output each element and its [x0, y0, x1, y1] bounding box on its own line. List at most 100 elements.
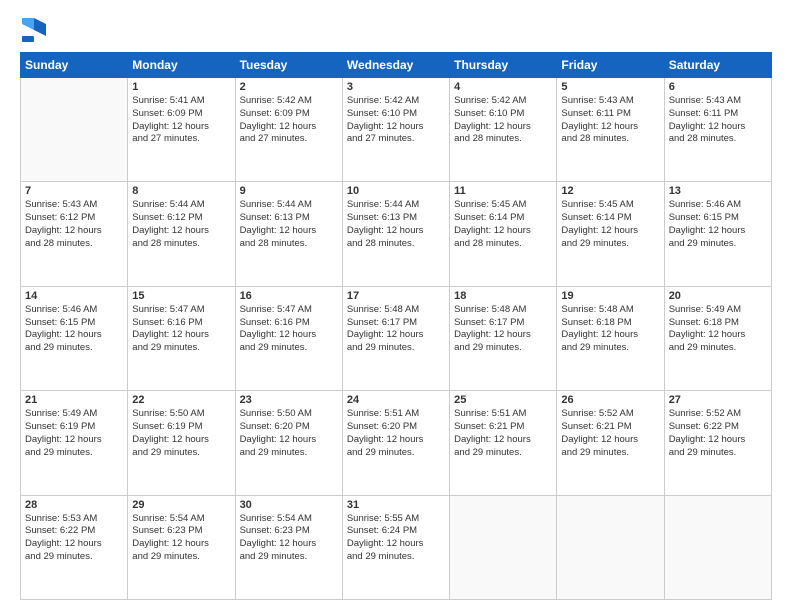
day-number: 17 — [347, 290, 445, 302]
day-info: Sunrise: 5:52 AMSunset: 6:22 PMDaylight:… — [669, 408, 767, 459]
calendar-cell: 30Sunrise: 5:54 AMSunset: 6:23 PMDayligh… — [235, 495, 342, 599]
day-number: 29 — [132, 499, 230, 511]
header-saturday: Saturday — [664, 53, 771, 78]
calendar-week-3: 14 Sunrise: 5:46 AMSunset: 6:15 PMDayligh… — [21, 286, 772, 390]
header-sunday: Sunday — [21, 53, 128, 78]
calendar-week-5: 28 Sunrise: 5:53 AMSunset: 6:22 PMDayligh… — [21, 495, 772, 599]
day-number: 8 — [132, 185, 230, 197]
calendar-cell: 27 Sunrise: 5:52 AMSunset: 6:22 PMDayligh… — [664, 391, 771, 495]
day-info: Sunrise: 5:42 AMSunset: 6:09 PMDaylight:… — [240, 95, 338, 146]
day-number: 7 — [25, 185, 123, 197]
day-info: Sunrise: 5:50 AMSunset: 6:19 PMDaylight:… — [132, 408, 230, 459]
day-info: Sunrise: 5:53 AMSunset: 6:22 PMDaylight:… — [25, 513, 123, 564]
calendar-cell: 14 Sunrise: 5:46 AMSunset: 6:15 PMDayligh… — [21, 286, 128, 390]
day-number: 20 — [669, 290, 767, 302]
calendar-cell: 4Sunrise: 5:42 AMSunset: 6:10 PMDaylight… — [450, 78, 557, 182]
day-info: Sunrise: 5:49 AMSunset: 6:18 PMDaylight:… — [669, 304, 767, 355]
day-number: 19 — [561, 290, 659, 302]
calendar-cell — [450, 495, 557, 599]
calendar-cell: 12 Sunrise: 5:45 AMSunset: 6:14 PMDayligh… — [557, 182, 664, 286]
day-info: Sunrise: 5:48 AMSunset: 6:17 PMDaylight:… — [347, 304, 445, 355]
day-number: 5 — [561, 81, 659, 93]
calendar-cell: 9 Sunrise: 5:44 AMSunset: 6:13 PMDaylight… — [235, 182, 342, 286]
header-thursday: Thursday — [450, 53, 557, 78]
calendar-cell: 24 Sunrise: 5:51 AMSunset: 6:20 PMDayligh… — [342, 391, 449, 495]
calendar-cell: 11 Sunrise: 5:45 AMSunset: 6:14 PMDayligh… — [450, 182, 557, 286]
day-number: 25 — [454, 394, 552, 406]
day-info: Sunrise: 5:50 AMSunset: 6:20 PMDaylight:… — [240, 408, 338, 459]
calendar-cell: 19 Sunrise: 5:48 AMSunset: 6:18 PMDayligh… — [557, 286, 664, 390]
calendar-week-1: 1 Sunrise: 5:41 AMSunset: 6:09 PMDaylight… — [21, 78, 772, 182]
calendar-cell: 8Sunrise: 5:44 AMSunset: 6:12 PMDaylight… — [128, 182, 235, 286]
day-info: Sunrise: 5:54 AMSunset: 6:23 PMDaylight:… — [132, 513, 230, 564]
day-info: Sunrise: 5:43 AMSunset: 6:11 PMDaylight:… — [561, 95, 659, 146]
calendar-cell: 28 Sunrise: 5:53 AMSunset: 6:22 PMDayligh… — [21, 495, 128, 599]
day-number: 28 — [25, 499, 123, 511]
header — [20, 16, 772, 44]
calendar-cell: 31 Sunrise: 5:55 AMSunset: 6:24 PMDayligh… — [342, 495, 449, 599]
calendar-cell: 26 Sunrise: 5:52 AMSunset: 6:21 PMDayligh… — [557, 391, 664, 495]
header-monday: Monday — [128, 53, 235, 78]
calendar-cell: 21 Sunrise: 5:49 AMSunset: 6:19 PMDayligh… — [21, 391, 128, 495]
day-number: 2 — [240, 81, 338, 93]
header-friday: Friday — [557, 53, 664, 78]
calendar-week-2: 7Sunrise: 5:43 AMSunset: 6:12 PMDaylight… — [21, 182, 772, 286]
calendar-cell: 3 Sunrise: 5:42 AMSunset: 6:10 PMDaylight… — [342, 78, 449, 182]
day-info: Sunrise: 5:44 AMSunset: 6:13 PMDaylight:… — [240, 199, 338, 250]
calendar-cell — [557, 495, 664, 599]
day-info: Sunrise: 5:49 AMSunset: 6:19 PMDaylight:… — [25, 408, 123, 459]
day-info: Sunrise: 5:55 AMSunset: 6:24 PMDaylight:… — [347, 513, 445, 564]
day-number: 11 — [454, 185, 552, 197]
day-info: Sunrise: 5:51 AMSunset: 6:20 PMDaylight:… — [347, 408, 445, 459]
day-info: Sunrise: 5:44 AMSunset: 6:13 PMDaylight:… — [347, 199, 445, 250]
day-number: 3 — [347, 81, 445, 93]
header-wednesday: Wednesday — [342, 53, 449, 78]
logo — [20, 16, 50, 44]
day-info: Sunrise: 5:46 AMSunset: 6:15 PMDaylight:… — [25, 304, 123, 355]
calendar-week-4: 21 Sunrise: 5:49 AMSunset: 6:19 PMDayligh… — [21, 391, 772, 495]
day-number: 9 — [240, 185, 338, 197]
calendar: Sunday Monday Tuesday Wednesday Thursday… — [20, 52, 772, 600]
day-info: Sunrise: 5:43 AMSunset: 6:11 PMDaylight:… — [669, 95, 767, 146]
day-number: 10 — [347, 185, 445, 197]
calendar-cell: 10 Sunrise: 5:44 AMSunset: 6:13 PMDayligh… — [342, 182, 449, 286]
calendar-cell: 16 Sunrise: 5:47 AMSunset: 6:16 PMDayligh… — [235, 286, 342, 390]
calendar-cell: 13 Sunrise: 5:46 AMSunset: 6:15 PMDayligh… — [664, 182, 771, 286]
calendar-cell: 23 Sunrise: 5:50 AMSunset: 6:20 PMDayligh… — [235, 391, 342, 495]
calendar-cell: 7Sunrise: 5:43 AMSunset: 6:12 PMDaylight… — [21, 182, 128, 286]
calendar-cell — [664, 495, 771, 599]
day-number: 14 — [25, 290, 123, 302]
calendar-cell — [21, 78, 128, 182]
day-number: 22 — [132, 394, 230, 406]
logo-icon — [20, 16, 48, 44]
day-info: Sunrise: 5:52 AMSunset: 6:21 PMDaylight:… — [561, 408, 659, 459]
calendar-cell: 15 Sunrise: 5:47 AMSunset: 6:16 PMDayligh… — [128, 286, 235, 390]
day-info: Sunrise: 5:45 AMSunset: 6:14 PMDaylight:… — [454, 199, 552, 250]
day-number: 12 — [561, 185, 659, 197]
day-info: Sunrise: 5:47 AMSunset: 6:16 PMDaylight:… — [240, 304, 338, 355]
day-number: 31 — [347, 499, 445, 511]
calendar-cell: 22 Sunrise: 5:50 AMSunset: 6:19 PMDayligh… — [128, 391, 235, 495]
day-number: 23 — [240, 394, 338, 406]
day-number: 30 — [240, 499, 338, 511]
day-number: 24 — [347, 394, 445, 406]
day-number: 1 — [132, 81, 230, 93]
header-tuesday: Tuesday — [235, 53, 342, 78]
day-number: 16 — [240, 290, 338, 302]
day-info: Sunrise: 5:47 AMSunset: 6:16 PMDaylight:… — [132, 304, 230, 355]
day-info: Sunrise: 5:45 AMSunset: 6:14 PMDaylight:… — [561, 199, 659, 250]
weekday-header-row: Sunday Monday Tuesday Wednesday Thursday… — [21, 53, 772, 78]
day-info: Sunrise: 5:48 AMSunset: 6:17 PMDaylight:… — [454, 304, 552, 355]
day-number: 27 — [669, 394, 767, 406]
day-number: 26 — [561, 394, 659, 406]
day-number: 13 — [669, 185, 767, 197]
day-info: Sunrise: 5:41 AMSunset: 6:09 PMDaylight:… — [132, 95, 230, 146]
day-info: Sunrise: 5:42 AMSunset: 6:10 PMDaylight:… — [347, 95, 445, 146]
day-number: 15 — [132, 290, 230, 302]
day-info: Sunrise: 5:46 AMSunset: 6:15 PMDaylight:… — [669, 199, 767, 250]
calendar-cell: 29 Sunrise: 5:54 AMSunset: 6:23 PMDayligh… — [128, 495, 235, 599]
day-number: 21 — [25, 394, 123, 406]
calendar-cell: 25 Sunrise: 5:51 AMSunset: 6:21 PMDayligh… — [450, 391, 557, 495]
day-info: Sunrise: 5:51 AMSunset: 6:21 PMDaylight:… — [454, 408, 552, 459]
day-info: Sunrise: 5:48 AMSunset: 6:18 PMDaylight:… — [561, 304, 659, 355]
